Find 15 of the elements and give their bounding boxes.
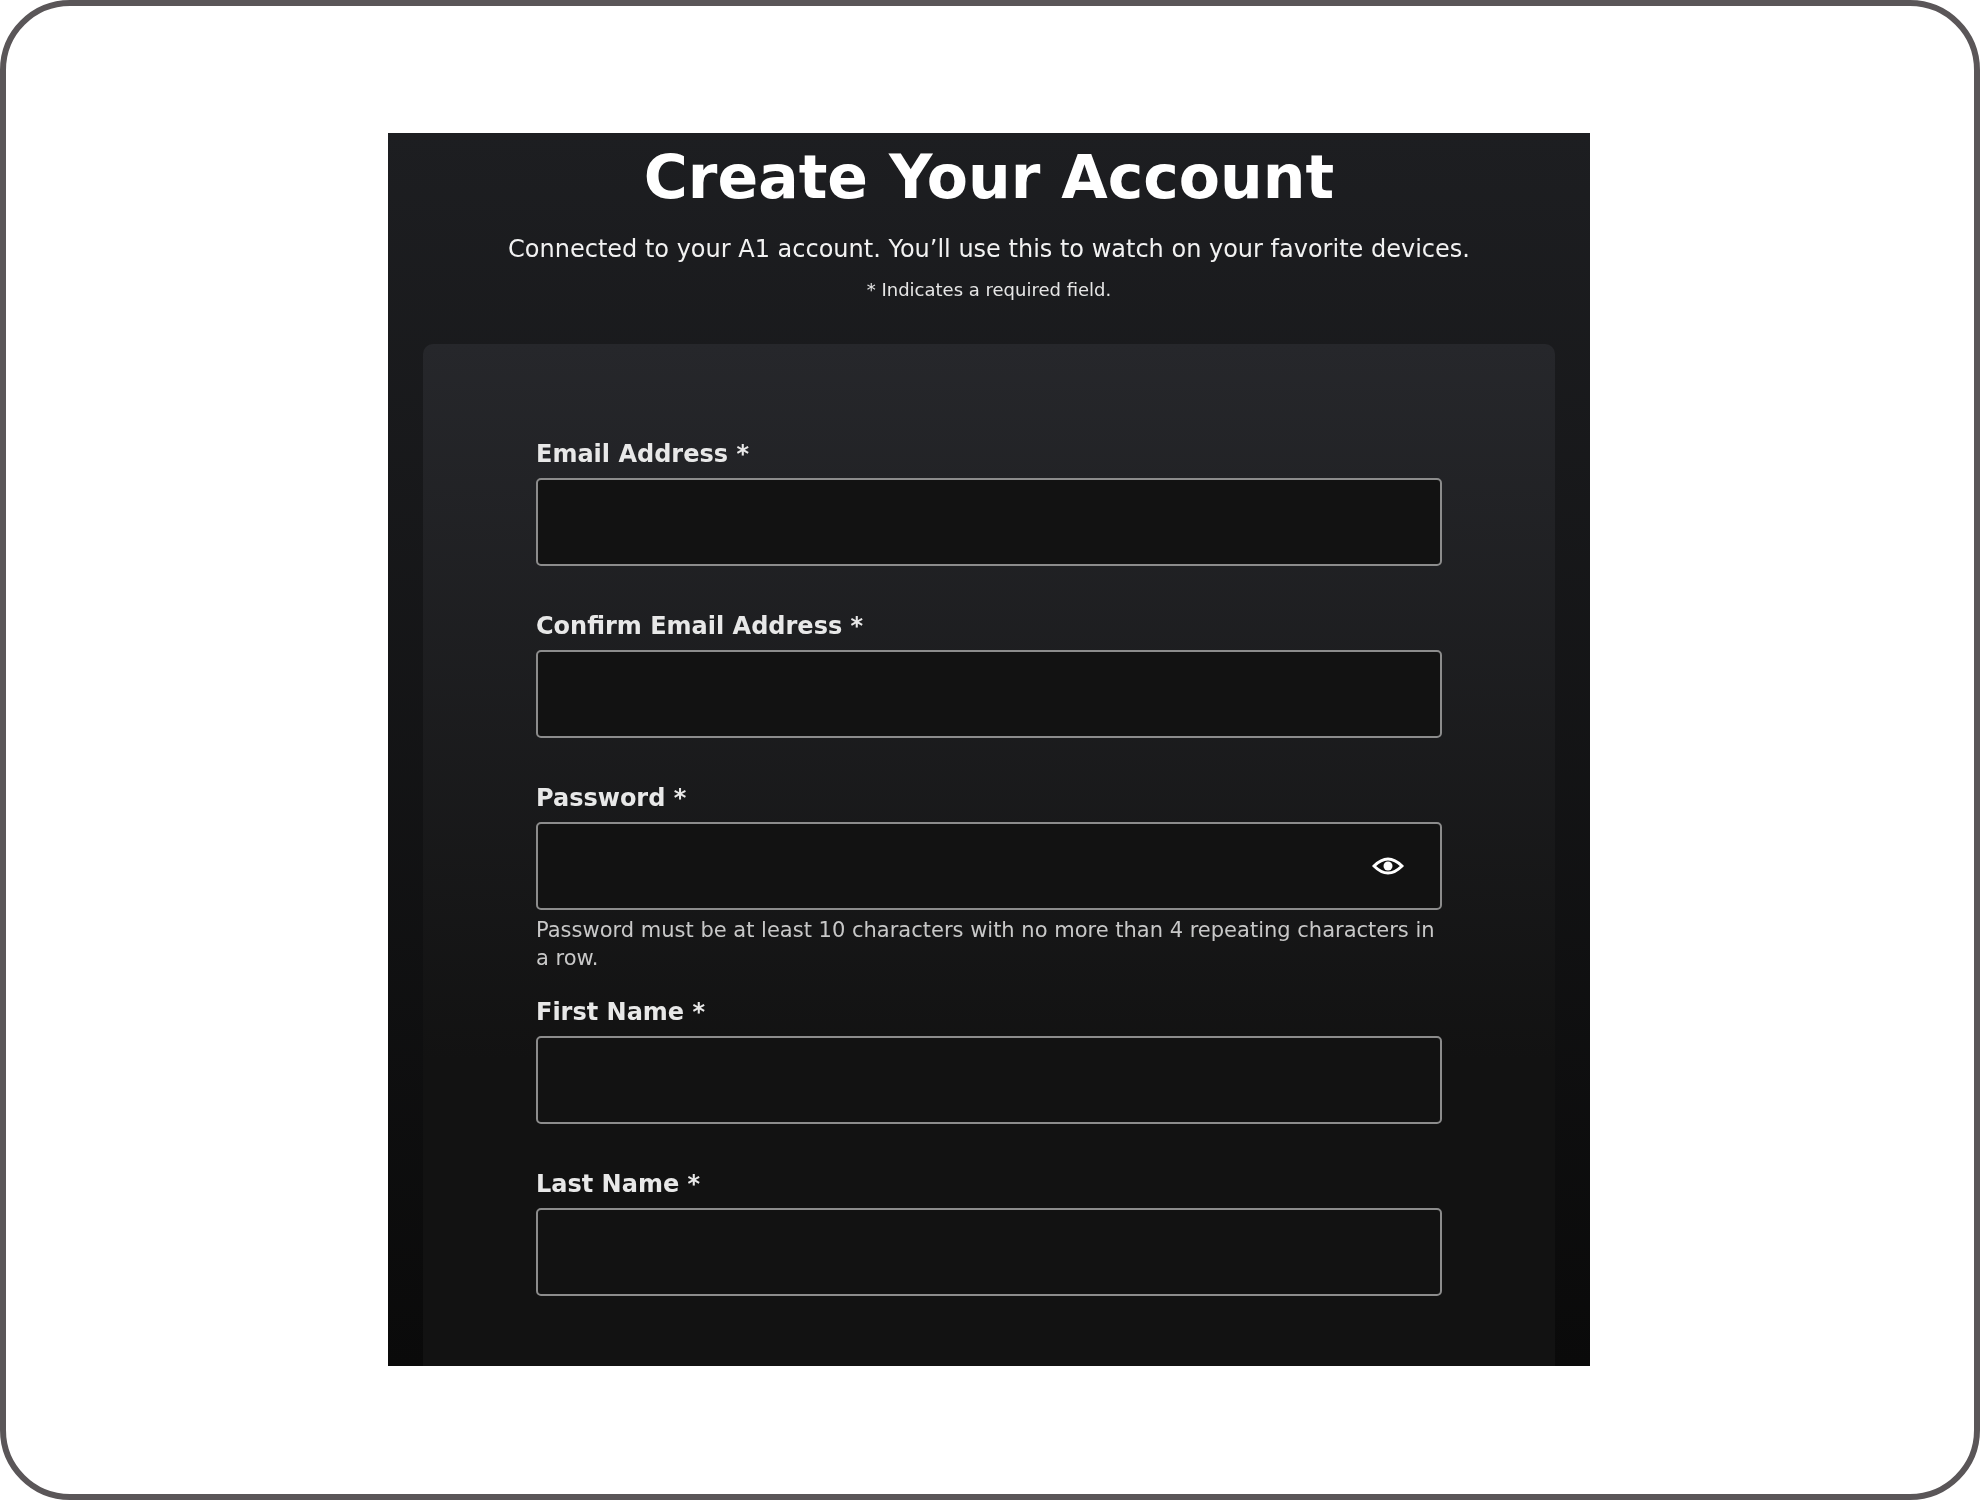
required-note: * Indicates a required field. (866, 279, 1112, 300)
input-field[interactable] (536, 478, 1442, 566)
subtitle: Connected to your A1 account. You’ll use this to watch on your favorite devices. (508, 235, 1470, 263)
input-field[interactable] (536, 650, 1442, 738)
page-title: Create Your Account (643, 141, 1335, 213)
field-label: Confirm Email Address * (536, 612, 865, 640)
password-hint: Password must be at least 10 characters with no more than 4 repeating characters in a row. (536, 917, 1436, 972)
input-field[interactable] (536, 1036, 1442, 1124)
field-label: Email Address * (536, 440, 750, 468)
input-field[interactable] (536, 1208, 1442, 1296)
field-label: Last Name * (536, 1170, 702, 1198)
password-field[interactable] (536, 822, 1442, 910)
field-label: Password * (536, 784, 688, 812)
eye-icon[interactable] (1372, 856, 1404, 876)
field-label: First Name * (536, 998, 707, 1026)
